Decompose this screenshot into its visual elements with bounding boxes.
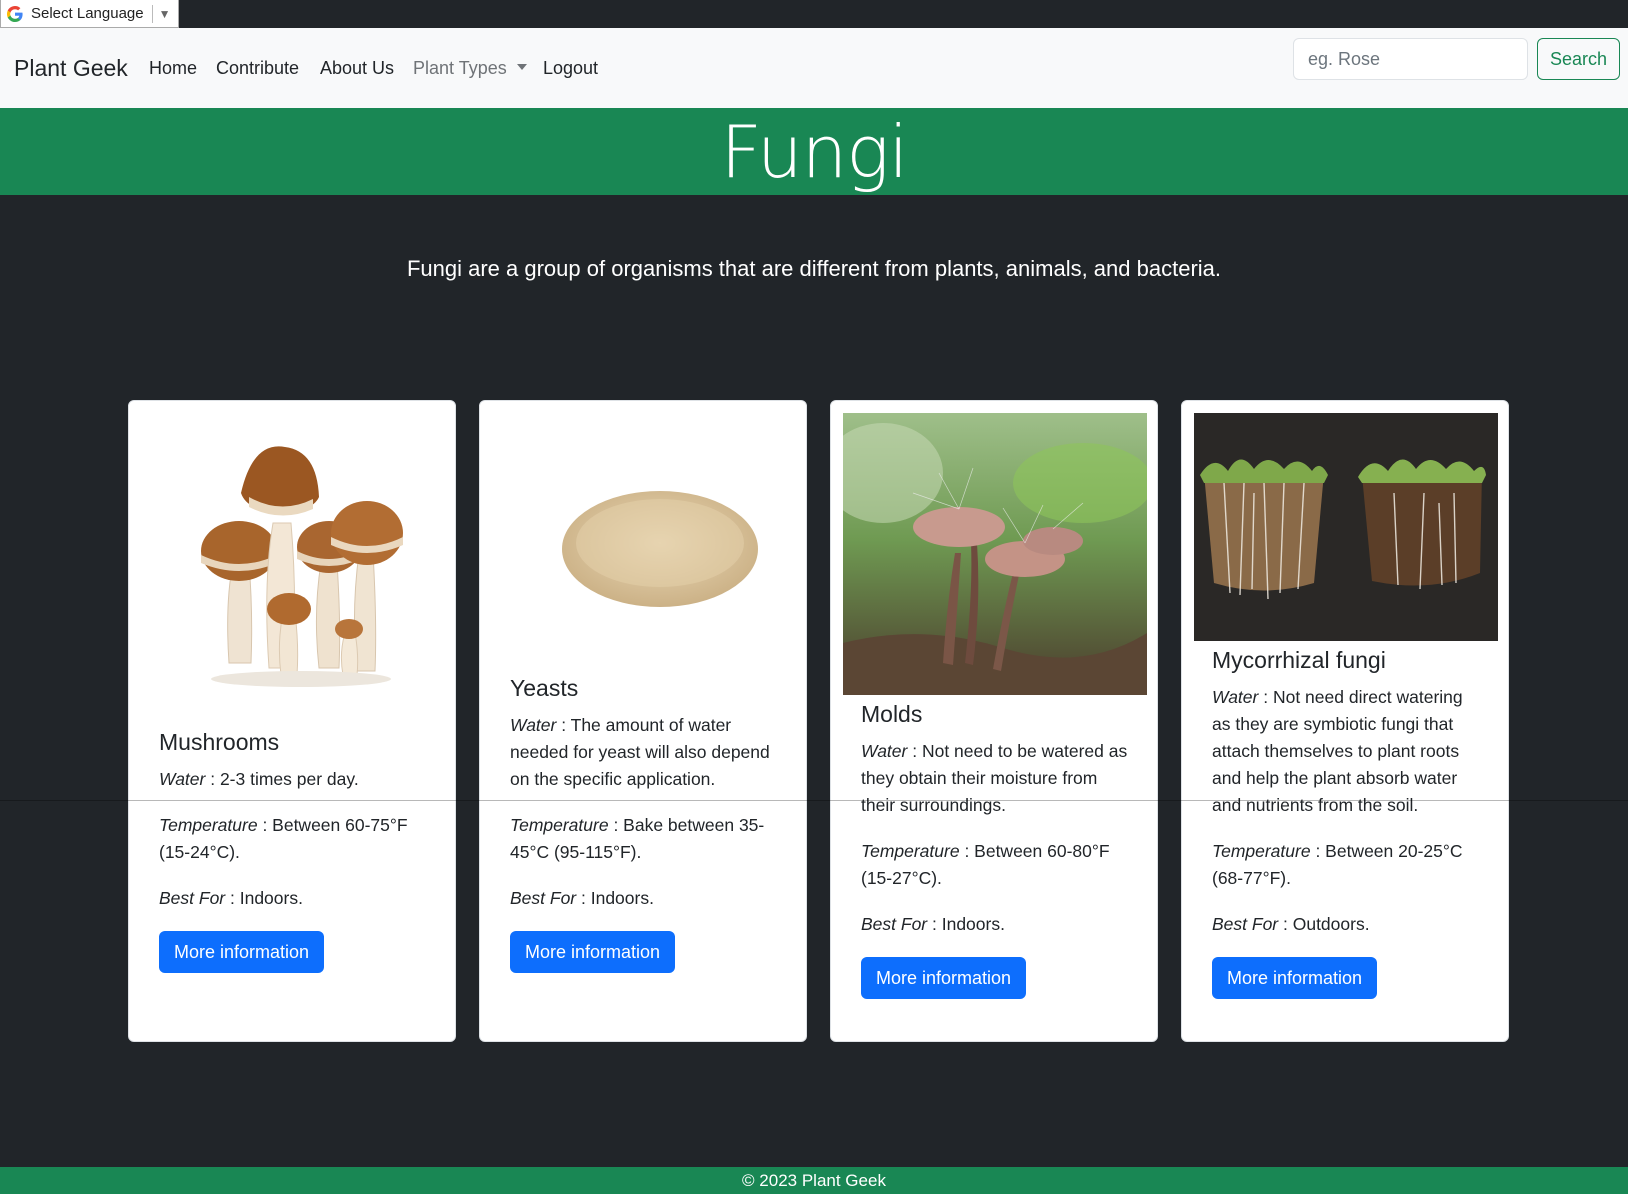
nav-about-us[interactable]: About Us (320, 58, 394, 79)
horizontal-rule (0, 800, 1628, 801)
search-input[interactable] (1293, 38, 1528, 80)
footer: © 2023 Plant Geek (0, 1167, 1628, 1194)
water-info: Water : 2-3 times per day. (159, 766, 431, 793)
best-for-info: Best For : Indoors. (159, 885, 431, 912)
best-for-label: Best For (1212, 914, 1279, 934)
search-button[interactable]: Search (1537, 38, 1620, 80)
more-information-button[interactable]: More information (861, 957, 1027, 999)
best-for-label: Best For (510, 888, 577, 908)
nav-plant-types-dropdown[interactable]: Plant Types (413, 58, 527, 79)
chevron-down-icon: ▼ (158, 6, 171, 21)
best-for-value: : Indoors. (576, 888, 654, 908)
water-info: Water : The amount of water needed for y… (510, 712, 782, 793)
card-body: Mycorrhizal fungi Water : Not need direc… (1212, 647, 1484, 999)
plant-card-molds: Molds Water : Not need to be watered as … (830, 400, 1158, 1042)
water-label: Water (861, 741, 908, 761)
water-value: : 2-3 times per day. (205, 769, 359, 789)
separator (151, 4, 153, 23)
water-info: Water : Not need direct watering as they… (1212, 684, 1484, 819)
nav-logout[interactable]: Logout (543, 58, 598, 79)
card-title: Mushrooms (159, 729, 280, 755)
more-information-button[interactable]: More information (510, 931, 676, 973)
nav-contribute[interactable]: Contribute (216, 58, 299, 79)
plant-card-mushrooms: Mushrooms Water : 2-3 times per day. Tem… (128, 400, 456, 1042)
hero-banner: Fungi (0, 108, 1628, 195)
best-for-label: Best For (159, 888, 226, 908)
intro-text: Fungi are a group of organisms that are … (406, 256, 1222, 281)
best-for-value: : Indoors. (927, 914, 1005, 934)
temperature-info: Temperature : Bake between 35-45°C (95-1… (510, 812, 782, 866)
water-label: Water (159, 769, 206, 789)
language-label: Select Language (31, 5, 144, 22)
nav-plant-types-label: Plant Types (413, 58, 507, 78)
temperature-info: Temperature : Between 60-75°F (15-24°C). (159, 812, 431, 866)
top-bar: Select Language ▼ (0, 0, 1628, 28)
best-for-value: : Outdoors. (1278, 914, 1370, 934)
navbar: Plant Geek Home Contribute About Us Plan… (0, 28, 1628, 108)
nav-home[interactable]: Home (149, 58, 197, 79)
best-for-label: Best For (861, 914, 928, 934)
brand-link[interactable]: Plant Geek (14, 55, 128, 82)
card-title: Mycorrhizal fungi (1212, 647, 1386, 673)
yeasts-image (492, 413, 796, 673)
temperature-label: Temperature (159, 815, 258, 835)
google-icon (7, 5, 23, 22)
water-info: Water : Not need to be watered as they o… (861, 738, 1133, 819)
water-label: Water (1212, 687, 1259, 707)
language-selector[interactable]: Select Language ▼ (0, 0, 179, 28)
more-information-button[interactable]: More information (159, 931, 325, 973)
mushrooms-image (141, 413, 445, 703)
plant-card-yeasts: Yeasts Water : The amount of water neede… (479, 400, 807, 1042)
best-for-info: Best For : Indoors. (861, 911, 1133, 938)
temperature-info: Temperature : Between 60-80°F (15-27°C). (861, 838, 1133, 892)
best-for-value: : Indoors. (225, 888, 303, 908)
page-title: Fungi (720, 109, 909, 194)
temperature-info: Temperature : Between 20-25°C (68-77°F). (1212, 838, 1484, 892)
card-title: Yeasts (510, 675, 579, 701)
best-for-info: Best For : Outdoors. (1212, 911, 1484, 938)
more-information-button[interactable]: More information (1212, 957, 1378, 999)
temperature-label: Temperature (861, 841, 960, 861)
card-body: Yeasts Water : The amount of water neede… (510, 675, 782, 973)
water-label: Water (510, 715, 557, 735)
card-body: Molds Water : Not need to be watered as … (861, 701, 1133, 999)
card-body: Mushrooms Water : 2-3 times per day. Tem… (159, 729, 431, 973)
caret-down-icon (516, 64, 527, 70)
card-title: Molds (861, 701, 923, 727)
plant-card-mycorrhizal-fungi: Mycorrhizal fungi Water : Not need direc… (1181, 400, 1509, 1042)
mycorrhizal-fungi-image (1194, 413, 1498, 641)
best-for-info: Best For : Indoors. (510, 885, 782, 912)
molds-image (843, 413, 1147, 695)
temperature-label: Temperature (510, 815, 609, 835)
temperature-label: Temperature (1212, 841, 1311, 861)
